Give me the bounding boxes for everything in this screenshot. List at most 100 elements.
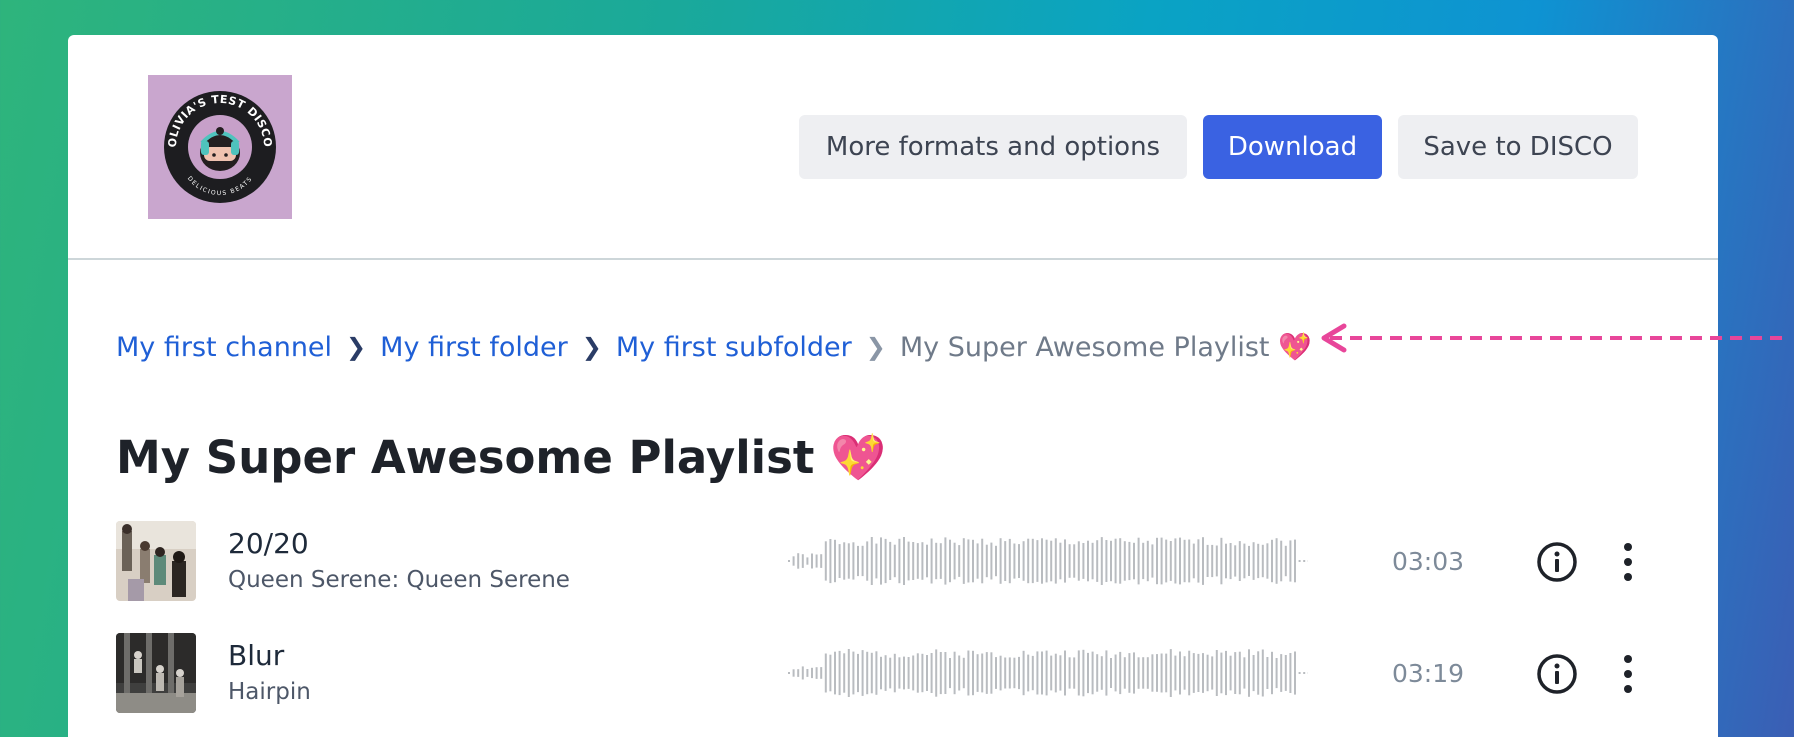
waveform-bar	[1096, 540, 1099, 582]
waveform-bar	[893, 653, 896, 693]
waveform-bar	[1298, 560, 1301, 562]
waveform-bar	[815, 667, 818, 679]
breadcrumb-subfolder[interactable]: My first subfolder	[616, 332, 852, 363]
waveform-bar	[870, 652, 873, 694]
waveform-bar	[1169, 649, 1172, 697]
waveform-bar	[1252, 542, 1255, 580]
waveform-bar	[829, 654, 832, 692]
waveform-bar	[999, 655, 1002, 691]
waveform-bar	[1027, 654, 1030, 692]
waveform-bar	[949, 539, 951, 583]
breadcrumb-separator: ❯	[865, 333, 886, 361]
waveform-bar	[1151, 654, 1154, 692]
waveform-bar	[788, 672, 790, 674]
waveform-bar	[907, 541, 910, 581]
page-title: My Super Awesome Playlist 💖	[116, 431, 887, 484]
waveform-bar	[884, 538, 887, 584]
waveform-bar	[1280, 540, 1283, 582]
waveform-bar	[995, 545, 997, 577]
waveform-bar	[1151, 544, 1154, 578]
waveform-bar	[1137, 657, 1140, 689]
waveform-bar	[1146, 657, 1149, 689]
waveform-bar	[1119, 538, 1122, 584]
waveform-bar	[1192, 653, 1195, 693]
waveform-bar	[1225, 650, 1227, 696]
waveform-bar	[903, 656, 905, 690]
waveform[interactable]	[788, 533, 1308, 589]
waveform-bar	[884, 655, 887, 691]
download-button[interactable]: Download	[1203, 115, 1382, 179]
waveform-bar	[834, 539, 836, 583]
waveform-bar	[1110, 540, 1112, 582]
waveform-bar	[1068, 544, 1071, 578]
waveform-bar	[1059, 655, 1062, 691]
waveform-bar	[889, 657, 892, 689]
waveform-bar	[1123, 541, 1126, 581]
waveform-bar	[866, 541, 869, 581]
waveform-bar	[1004, 657, 1007, 689]
waveform-bar	[1215, 650, 1218, 696]
breadcrumb-folder[interactable]: My first folder	[380, 332, 568, 363]
waveform-bar	[1031, 538, 1034, 584]
track-artwork	[116, 633, 196, 713]
waveform-bar	[935, 542, 938, 580]
waveform-bar	[935, 649, 938, 697]
waveform-bar	[797, 553, 800, 569]
waveform-bar	[1091, 542, 1094, 580]
waveform-bar	[1045, 650, 1048, 696]
waveform-bar	[1183, 656, 1186, 690]
waveform-bar	[1183, 539, 1186, 583]
track-row[interactable]: 20/20 Queen Serene: Queen Serene 03:03	[116, 521, 1676, 605]
info-icon[interactable]	[1536, 653, 1578, 695]
waveform-bar	[1031, 655, 1034, 691]
waveform-bar	[788, 560, 790, 562]
track-title[interactable]: 20/20	[228, 527, 309, 560]
info-icon[interactable]	[1536, 541, 1578, 583]
waveform-bar	[1271, 539, 1273, 583]
more-vertical-icon[interactable]	[1618, 541, 1638, 583]
waveform-bar	[1146, 540, 1149, 582]
waveform-bar	[1110, 658, 1112, 688]
waveform-bar	[1220, 652, 1223, 694]
breadcrumb-channel[interactable]: My first channel	[116, 332, 332, 363]
more-formats-button[interactable]: More formats and options	[799, 115, 1187, 179]
waveform-bar	[1229, 655, 1232, 691]
waveform-bar	[1234, 652, 1237, 694]
waveform-bar	[1018, 656, 1020, 690]
waveform[interactable]	[788, 645, 1308, 701]
waveform-bar	[838, 650, 841, 696]
waveform-bar	[958, 545, 961, 577]
waveform-bar	[912, 655, 915, 691]
waveform-bar	[962, 538, 965, 584]
save-to-disco-button[interactable]: Save to DISCO	[1398, 115, 1638, 179]
waveform-bar	[985, 544, 988, 578]
waveform-bar	[824, 653, 827, 693]
more-vertical-icon[interactable]	[1618, 653, 1638, 695]
waveform-bar	[1202, 537, 1204, 585]
waveform-bar	[1082, 649, 1085, 697]
waveform-bar	[976, 543, 979, 579]
waveform-bar	[1013, 657, 1016, 689]
waveform-bar	[1257, 543, 1260, 579]
waveform-bar	[930, 538, 933, 584]
waveform-bar	[1128, 541, 1131, 581]
waveform-bar	[834, 651, 836, 695]
breadcrumb-separator: ❯	[581, 333, 602, 361]
waveform-bar	[903, 537, 905, 585]
waveform-bar	[953, 651, 956, 695]
waveform-bar	[1068, 657, 1071, 689]
track-title[interactable]: Blur	[228, 639, 284, 672]
waveform-bar	[1188, 650, 1191, 696]
waveform-bar	[1266, 657, 1269, 689]
waveform-bar	[1087, 652, 1089, 694]
waveform-bar	[1008, 538, 1011, 584]
waveform-bar	[811, 553, 813, 569]
waveform-bar	[1133, 652, 1135, 694]
waveform-bar	[880, 656, 882, 690]
waveform-bar	[1197, 539, 1200, 583]
header: OLIVIA'S TEST DISCO DELICIOUS BEATS More…	[68, 35, 1718, 260]
waveform-bar	[893, 544, 896, 578]
waveform-bar	[1169, 541, 1172, 581]
waveform-bar	[1225, 543, 1227, 579]
track-row[interactable]: Blur Hairpin 03:19	[116, 633, 1676, 717]
